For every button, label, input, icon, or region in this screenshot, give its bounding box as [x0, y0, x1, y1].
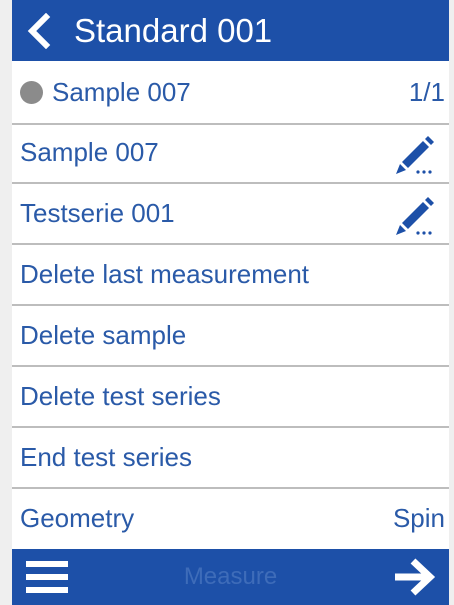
- arrow-right-icon[interactable]: [379, 549, 449, 605]
- delete-last-measurement-item[interactable]: Delete last measurement: [12, 245, 449, 306]
- page-title: Standard 001: [74, 11, 273, 49]
- status-sample-label: Sample 007: [52, 76, 191, 107]
- chevron-left-icon[interactable]: [12, 0, 66, 61]
- sample-name-row[interactable]: Sample 007: [12, 123, 449, 184]
- test-series-name-row[interactable]: Testserie 001: [12, 184, 449, 245]
- title-bar: Standard 001: [12, 0, 449, 61]
- geometry-value: Spin: [392, 503, 445, 533]
- delete-test-series-label: Delete test series: [20, 381, 221, 411]
- measure-button[interactable]: Measure: [82, 563, 379, 591]
- sample-status-row: Sample 007 1/1: [12, 61, 449, 125]
- pencil-icon[interactable]: [389, 189, 441, 239]
- test-series-name-label: Testserie 001: [20, 198, 175, 228]
- delete-sample-label: Delete sample: [20, 320, 187, 350]
- delete-last-measurement-label: Delete last measurement: [20, 259, 310, 289]
- end-test-series-label: End test series: [20, 442, 192, 472]
- device-screen: Standard 001 Sample 007 1/1 Sample 007 T…: [0, 0, 454, 605]
- delete-sample-item[interactable]: Delete sample: [12, 306, 449, 367]
- geometry-item[interactable]: Geometry Spin: [12, 489, 449, 548]
- bottom-toolbar: Measure: [12, 549, 449, 605]
- geometry-label: Geometry: [20, 503, 135, 533]
- status-indicator: [20, 80, 43, 104]
- end-test-series-item[interactable]: End test series: [12, 428, 449, 489]
- delete-test-series-item[interactable]: Delete test series: [12, 367, 449, 428]
- menu-icon[interactable]: [12, 549, 82, 605]
- pencil-icon[interactable]: [389, 128, 441, 178]
- status-count: 1/1: [408, 76, 445, 107]
- menu-list: Sample 007 Testserie 001 Delete last mea…: [12, 123, 449, 548]
- sample-name-label: Sample 007: [20, 137, 159, 167]
